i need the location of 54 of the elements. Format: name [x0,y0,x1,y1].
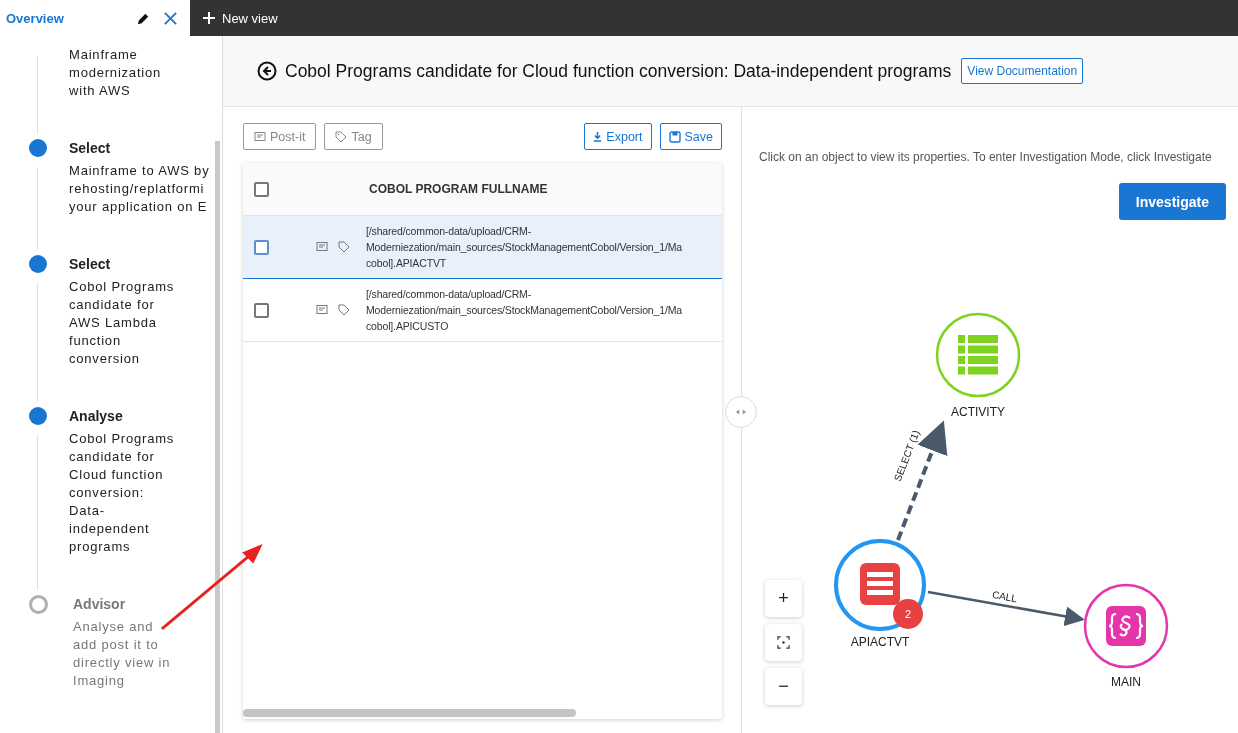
table-cell-text: [/shared/common-data/upload/CRM- Moderniezation/main_sources/StockManagementCobol/Version_1/Ma cobol].APIACTVT [366,224,682,271]
comment-icon[interactable] [316,241,328,253]
count-badge [893,599,923,629]
table-row[interactable]: [/shared/common-data/upload/CRM- Moderniezation/main_sources/StockManagementCobol/Version_1/Ma cobol].APICUSTO [243,279,722,342]
node-label: APIACTVT [850,635,910,649]
focus-icon [777,636,790,649]
step-title[interactable]: Select [69,250,219,278]
edge-label: CALL [991,588,1018,605]
plus-icon [202,11,216,25]
export-button[interactable]: Export [584,123,652,150]
scrollbar[interactable] [215,141,220,733]
row-checkbox[interactable] [254,302,269,318]
step-description: Mainframe to AWS by rehosting/replatformi your application on E [69,162,211,216]
step-title[interactable]: Select [69,134,219,162]
page-title: Cobol Programs candidate for Cloud function conversion: Data-independent programs [285,60,952,82]
table-cell-text: [/shared/common-data/upload/CRM- Moderniezation/main_sources/StockManagementCobol/Version_1/Ma cobol].APICUSTO [366,287,682,334]
tag-icon [335,130,348,143]
download-icon [593,131,603,142]
view-documentation-button[interactable]: View Documentation [961,58,1084,84]
row-checkbox[interactable] [254,239,269,255]
column-header[interactable]: COBOL PROGRAM FULLNAME [369,182,548,196]
comment-icon[interactable] [316,304,328,316]
fit-view-button[interactable] [765,624,802,661]
step-title[interactable]: Analyse [69,402,219,430]
edge-arrow[interactable] [896,420,948,541]
zoom-in-button[interactable]: + [765,580,802,617]
resize-handle[interactable] [725,396,757,428]
select-all-checkbox[interactable] [254,181,269,197]
back-icon[interactable] [257,61,277,81]
tag-icon[interactable] [338,304,350,316]
step-description: Mainframe modernization with AWS [69,46,163,100]
badge-count: 2 [904,608,912,620]
investigate-button[interactable]: Investigate [1118,183,1226,220]
close-icon[interactable] [163,10,178,26]
node-label: MAIN [1111,675,1141,689]
step-description: Cobol Programs candidate for Cloud function conversion: Data- independent programs [69,430,176,556]
graph-node[interactable] [834,539,926,631]
edge-arrow[interactable] [927,590,1085,627]
comment-icon [254,130,266,143]
save-button[interactable]: Save [659,123,722,150]
step-description: Analyse and add post it to directly view in Imaging [73,618,172,690]
save-icon [668,130,681,143]
overview-tab[interactable]: Overview [6,10,64,26]
tag-icon[interactable] [338,241,350,253]
zoom-out-button[interactable]: − [765,668,802,705]
scrollbar[interactable] [243,709,576,717]
step-title[interactable]: Advisor [73,590,222,618]
node-label: ACTIVITY [951,405,1005,419]
graph-node[interactable] [1083,583,1169,669]
new-view-button[interactable]: New view [190,10,290,26]
step-description: Cobol Programs candidate for AWS Lambda function conversion [69,278,176,368]
hint-text: Click on an object to view its properties. To enter Investigation Mode, click Investigate [759,150,1213,164]
table-row[interactable]: [/shared/common-data/upload/CRM- Moderniezation/main_sources/StockManagementCobol/Version_1/Ma cobol].APIACTVT [243,216,722,279]
graph-node[interactable] [935,312,1021,398]
